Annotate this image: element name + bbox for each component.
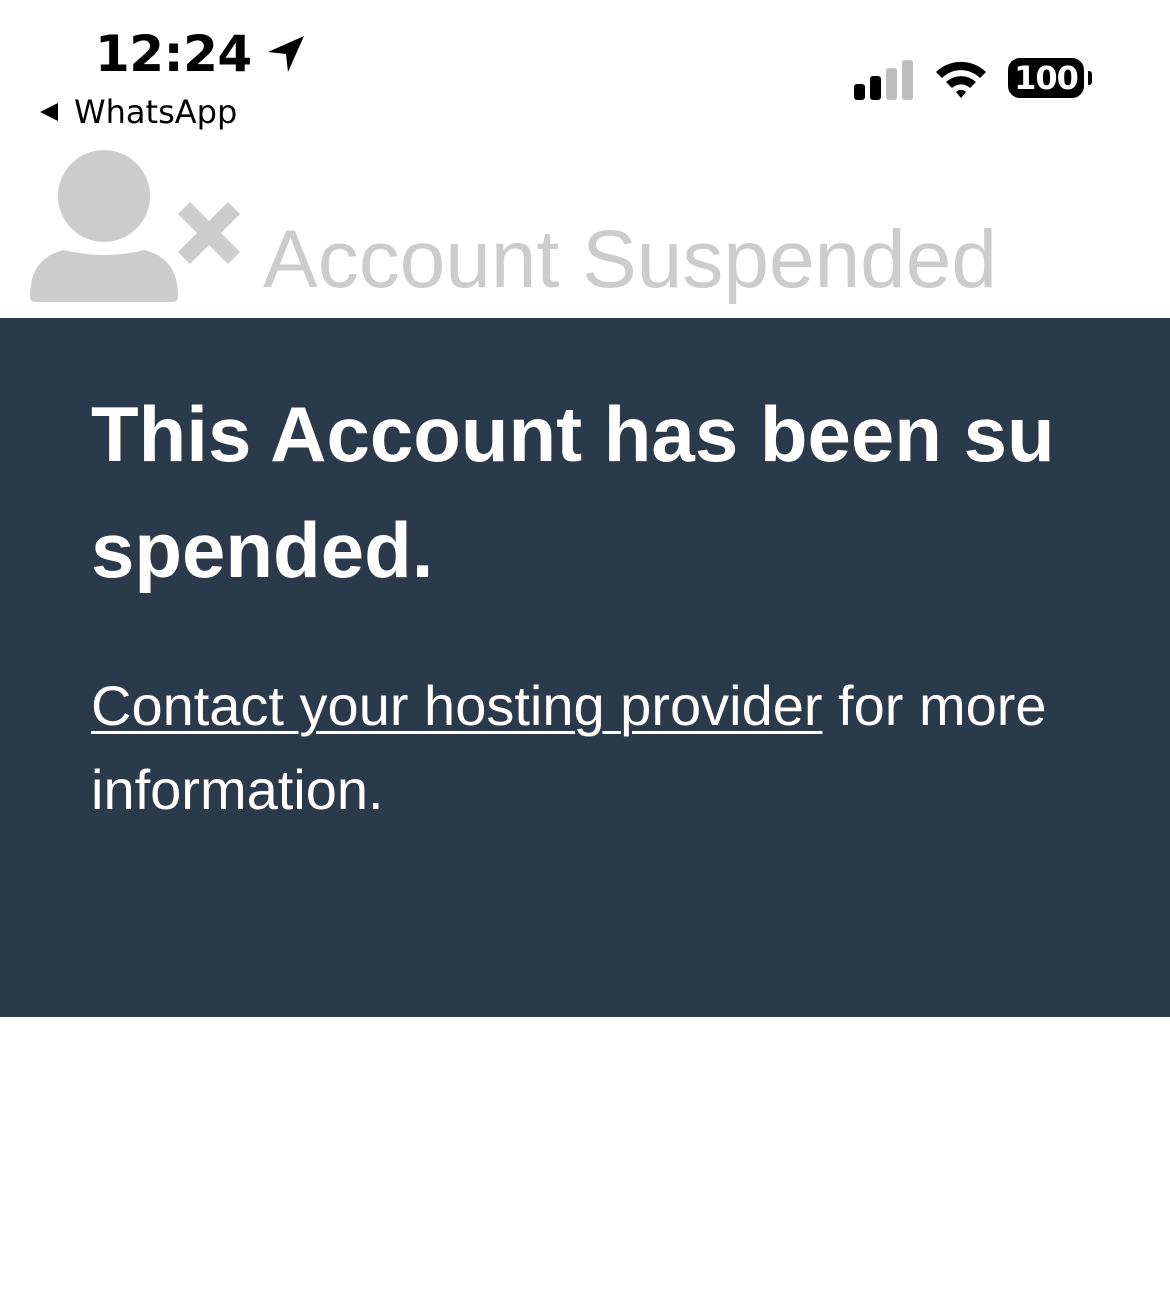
user-x-icon bbox=[28, 150, 244, 302]
back-app-label: WhatsApp bbox=[74, 93, 238, 131]
cellular-signal-icon bbox=[852, 56, 914, 100]
page: 12:24 WhatsApp 100 Account Suspended Thi… bbox=[0, 0, 1170, 1315]
back-to-app-button[interactable]: WhatsApp bbox=[38, 90, 237, 134]
suspended-header: Account Suspended bbox=[0, 140, 1170, 318]
back-arrow-icon bbox=[38, 101, 60, 123]
battery-level: 100 bbox=[1014, 59, 1079, 97]
battery-icon: 100 bbox=[1008, 58, 1092, 98]
status-time: 12:24 bbox=[95, 25, 252, 83]
wifi-icon bbox=[934, 56, 988, 100]
status-bar: 12:24 WhatsApp 100 bbox=[0, 0, 1170, 140]
status-indicators: 100 bbox=[852, 52, 1092, 104]
contact-hosting-provider-link[interactable]: Contact your hosting provider bbox=[91, 674, 823, 737]
suspension-heading: This Account has been suspended. bbox=[91, 390, 1055, 594]
time-row: 12:24 bbox=[95, 22, 308, 86]
location-arrow-icon bbox=[264, 32, 308, 76]
suspension-message-panel: This Account has been suspended. Contact… bbox=[0, 318, 1170, 1017]
contact-message: Contact your hosting provider for more i… bbox=[91, 664, 1051, 832]
page-title: Account Suspended bbox=[263, 214, 997, 305]
